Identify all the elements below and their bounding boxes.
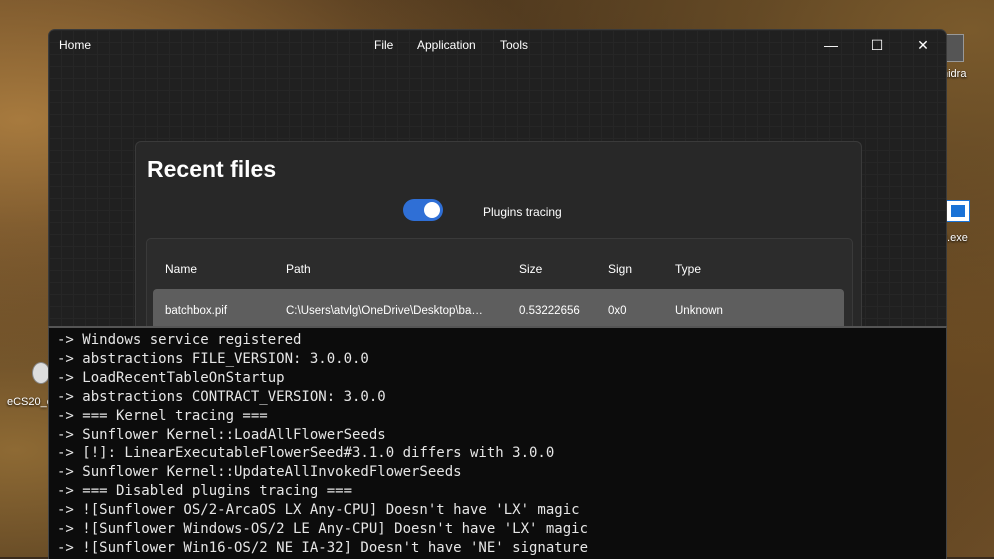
plugins-tracing-toggle[interactable] xyxy=(403,199,443,221)
column-header-type[interactable]: Type xyxy=(675,262,701,276)
toggle-knob xyxy=(424,202,440,218)
menu-tools[interactable]: Tools xyxy=(500,38,528,52)
console-line: -> LoadRecentTableOnStartup xyxy=(57,369,285,386)
console-line: -> ![Sunflower Win16-OS/2 NE IA-32] Does… xyxy=(57,539,589,556)
title-bar[interactable]: Home File Application Tools — ☐ ✕ xyxy=(49,30,946,60)
cell-sign: 0x0 xyxy=(608,305,627,317)
cell-name: batchbox.pif xyxy=(165,305,228,317)
desktop-icon-label: eCS20_c xyxy=(7,396,53,408)
desktop-icon-label: t.exe xyxy=(944,232,968,244)
recent-files-card: Recent files Plugins tracing Name Path S… xyxy=(135,141,862,350)
console-line: -> === Disabled plugins tracing === xyxy=(57,483,353,500)
console-line: -> ![Sunflower Windows-OS/2 LE Any-CPU] … xyxy=(57,521,589,538)
maximize-button[interactable]: ☐ xyxy=(854,30,900,60)
console-line: -> abstractions CONTRACT_VERSION: 3.0.0 xyxy=(57,388,386,405)
exe-file-icon xyxy=(946,200,970,222)
console-line: -> Windows service registered xyxy=(57,332,302,348)
column-header-size[interactable]: Size xyxy=(519,262,542,276)
console-line: -> [!]: LinearExecutableFlowerSeed#3.1.0… xyxy=(57,445,555,462)
cell-type: Unknown xyxy=(675,305,723,317)
console-line: -> Sunflower Kernel::LoadAllFlowerSeeds xyxy=(57,426,386,443)
console-line: -> ![Sunflower OS/2-ArcaOS LX Any-CPU] D… xyxy=(57,502,580,519)
console-output: -> Windows service registered -> abstrac… xyxy=(49,328,946,558)
ghidra-app-icon xyxy=(944,34,964,62)
close-button[interactable]: ✕ xyxy=(900,30,946,60)
menu-file[interactable]: File xyxy=(374,38,393,52)
console-line: -> abstractions FILE_VERSION: 3.0.0.0 xyxy=(57,350,369,367)
plugins-tracing-label: Plugins tracing xyxy=(483,205,562,219)
minimize-button[interactable]: — xyxy=(808,30,854,60)
column-header-sign[interactable]: Sign xyxy=(608,262,632,276)
console-window[interactable]: -> Windows service registered -> abstrac… xyxy=(48,326,947,559)
menu-application[interactable]: Application xyxy=(417,38,476,52)
cell-size: 0.53222656 xyxy=(519,305,580,317)
column-header-path[interactable]: Path xyxy=(286,262,311,276)
cell-path: C:\Users\atvlg\OneDrive\Desktop\ba… xyxy=(286,305,483,317)
recent-files-title: Recent files xyxy=(147,156,277,182)
window-title: Home xyxy=(59,38,92,52)
console-line: -> === Kernel tracing === xyxy=(57,407,268,424)
column-header-name[interactable]: Name xyxy=(165,262,197,276)
console-line: -> Sunflower Kernel::UpdateAllInvokedFlo… xyxy=(57,464,462,481)
